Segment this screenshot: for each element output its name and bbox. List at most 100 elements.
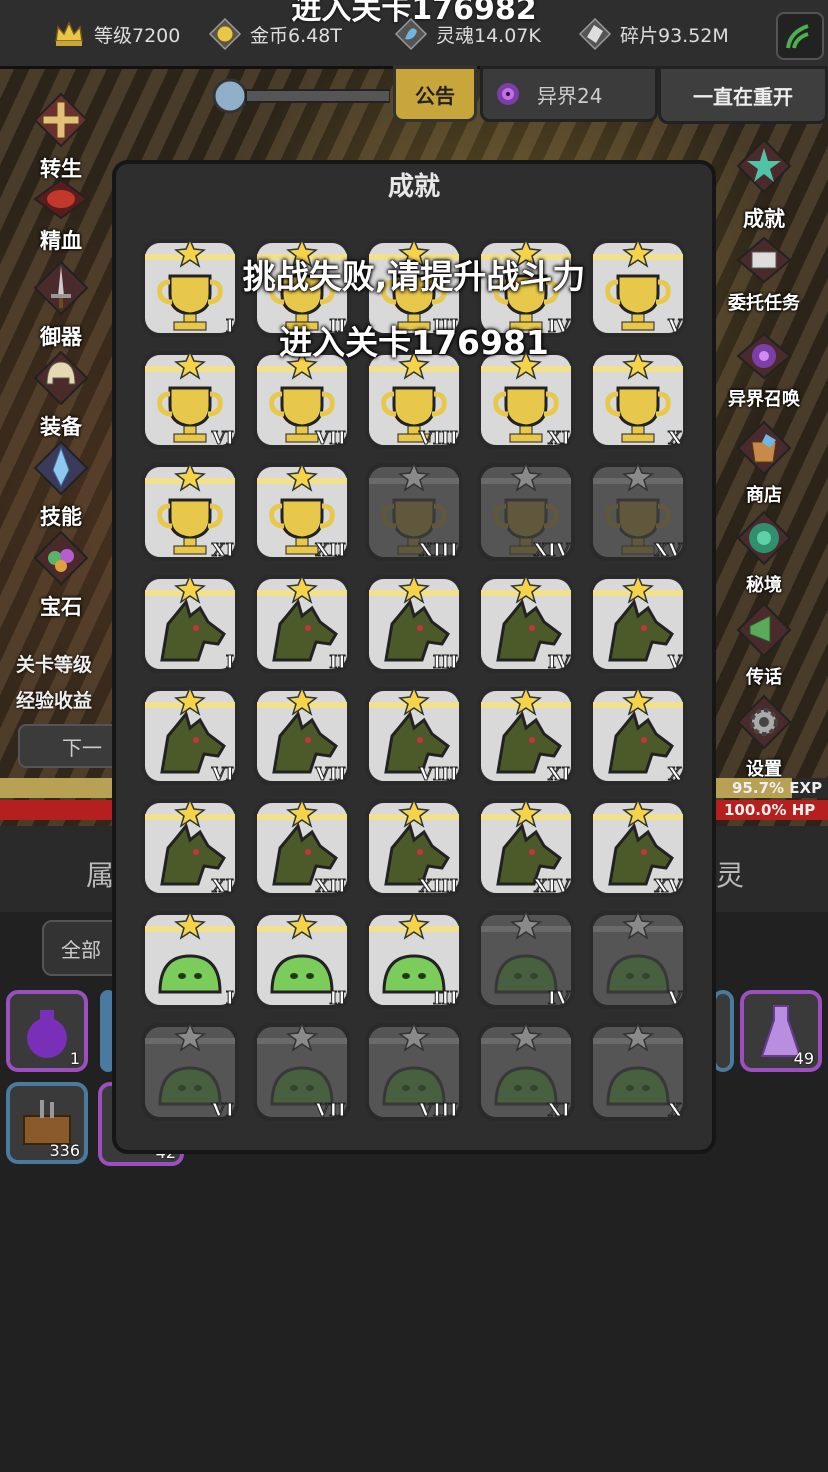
badge-numeral: X — [668, 764, 682, 785]
achievement-badge-trophy[interactable]: XIV — [474, 460, 578, 564]
badge-numeral: XIV — [534, 876, 571, 897]
badge-numeral: XIV — [534, 540, 571, 561]
crown-icon — [55, 21, 83, 46]
tab-spirit[interactable]: 灵 — [716, 854, 744, 894]
achievement-badge-wolf[interactable]: X — [586, 684, 690, 788]
achievement-badge-trophy[interactable]: XIII — [362, 460, 466, 564]
achievement-badge-slime[interactable]: I — [138, 908, 242, 1012]
badge-numeral: VIII — [418, 764, 458, 785]
signal-menu-button[interactable] — [776, 12, 824, 60]
achievement-badge-wolf[interactable]: XV — [586, 796, 690, 900]
achievement-badge-wolf[interactable]: IV — [474, 572, 578, 676]
realm-label: 异界24 — [537, 83, 603, 108]
badge-numeral: XV — [654, 540, 683, 561]
badge-numeral: VII — [314, 1100, 346, 1121]
stat-level: 等级7200 — [52, 18, 180, 50]
menu-essence[interactable]: 精血 — [16, 178, 106, 255]
achievement-badge-wolf[interactable]: I — [138, 572, 242, 676]
inventory-slot-purple-bag[interactable]: 1 — [6, 990, 88, 1072]
menu-shop-label: 商店 — [746, 485, 782, 506]
achievement-badge-slime[interactable]: X — [586, 1020, 690, 1124]
megaphone-icon — [736, 602, 792, 658]
achievement-badge-wolf[interactable]: XI — [474, 684, 578, 788]
badge-numeral: XII — [315, 876, 346, 897]
badge-numeral: XI — [548, 1100, 570, 1121]
menu-achievements[interactable]: 成就 — [714, 138, 814, 233]
badge-numeral: XV — [654, 876, 683, 897]
tab-attributes[interactable]: 属 — [86, 854, 114, 894]
achievement-badge-wolf[interactable]: XI — [138, 796, 242, 900]
menu-secret-realm[interactable]: 秘境 — [714, 510, 814, 597]
achievement-badge-trophy[interactable]: XI — [138, 460, 242, 564]
menu-messages[interactable]: 传话 — [714, 602, 814, 689]
badge-numeral: I — [226, 652, 234, 673]
star-icon — [736, 138, 792, 194]
badge-numeral: I — [226, 988, 234, 1009]
badge-numeral: X — [668, 1100, 682, 1121]
blood-icon — [33, 178, 89, 220]
toast-challenge-failed: 挑战失败,请提升战斗力 — [242, 257, 586, 296]
badge-numeral: XI — [212, 876, 234, 897]
stat-soul: 灵魂14.07K — [394, 17, 541, 51]
badge-numeral: VII — [314, 428, 346, 449]
badge-numeral: VIII — [418, 1100, 458, 1121]
soul-icon — [394, 17, 428, 51]
achievement-badge-wolf[interactable]: XIV — [474, 796, 578, 900]
achievement-badge-wolf[interactable]: III — [362, 572, 466, 676]
achievement-badge-slime[interactable]: II — [250, 908, 354, 1012]
realm-indicator[interactable]: 异界24 — [480, 66, 658, 122]
auto-restart-button[interactable]: 一直在重开 — [658, 66, 828, 124]
stat-shards: 碎片93.52M — [578, 17, 729, 51]
menu-secret-realm-label: 秘境 — [746, 575, 782, 596]
achievement-badge-slime[interactable]: IV — [474, 908, 578, 1012]
inventory-slot-purple-flask[interactable]: 49 — [740, 990, 822, 1072]
item-count: 336 — [49, 1141, 80, 1160]
shop-bag-icon — [736, 420, 792, 476]
achievement-badge-trophy[interactable]: XV — [586, 460, 690, 564]
ice-crystal-icon — [33, 440, 89, 496]
item-count: 49 — [793, 1049, 814, 1068]
badge-numeral: II — [329, 988, 346, 1009]
badge-numeral: III — [433, 652, 458, 673]
achievement-badge-slime[interactable]: VIII — [362, 1020, 466, 1124]
inventory-slot-toolbox[interactable]: 336 — [6, 1082, 88, 1164]
stage-level-label: 关卡等级 — [16, 654, 93, 676]
key-staff-decoration — [210, 74, 391, 118]
achievement-badge-wolf[interactable]: XII — [250, 796, 354, 900]
menu-skills[interactable]: 技能 — [16, 440, 106, 531]
filter-all-button[interactable]: 全部 — [42, 920, 120, 976]
menu-gems[interactable]: 宝石 — [16, 530, 106, 621]
badge-numeral: IV — [548, 652, 571, 673]
achievement-badge-wolf[interactable]: II — [250, 572, 354, 676]
menu-otherworld-summon-label: 异界召唤 — [728, 389, 800, 410]
achievement-badge-wolf[interactable]: VIII — [362, 684, 466, 788]
menu-messages-label: 传话 — [746, 667, 782, 688]
menu-settings[interactable]: 设置 — [714, 694, 814, 781]
achievement-badge-slime[interactable]: III — [362, 908, 466, 1012]
gear-icon — [736, 694, 792, 750]
badge-numeral: XIII — [419, 876, 458, 897]
exp-income-label: 经验收益 — [16, 690, 93, 712]
badge-numeral: V — [667, 988, 683, 1009]
achievement-badge-slime[interactable]: XI — [474, 1020, 578, 1124]
menu-equipment-label: 装备 — [40, 415, 82, 439]
signal-icon — [786, 24, 809, 49]
modal-title: 成就 — [387, 172, 440, 202]
menu-shop[interactable]: 商店 — [714, 420, 814, 507]
achievement-badge-wolf[interactable]: XIII — [362, 796, 466, 900]
badge-numeral: XI — [548, 428, 570, 449]
achievement-badge-wolf[interactable]: VII — [250, 684, 354, 788]
achievement-badge-wolf[interactable]: VI — [138, 684, 242, 788]
badge-numeral: VI — [211, 1100, 234, 1121]
achievement-badge-slime[interactable]: VI — [138, 1020, 242, 1124]
badge-numeral: VIII — [418, 428, 458, 449]
badge-numeral: VII — [314, 764, 346, 785]
menu-rebirth[interactable]: 转生 — [16, 92, 106, 183]
achievement-badge-slime[interactable]: VII — [250, 1020, 354, 1124]
achievement-badge-wolf[interactable]: V — [586, 572, 690, 676]
notice-button[interactable]: 公告 — [393, 66, 477, 122]
badge-numeral: V — [667, 652, 683, 673]
shards-value: 碎片93.52M — [620, 24, 729, 47]
achievement-badge-trophy[interactable]: XII — [250, 460, 354, 564]
achievement-badge-slime[interactable]: V — [586, 908, 690, 1012]
